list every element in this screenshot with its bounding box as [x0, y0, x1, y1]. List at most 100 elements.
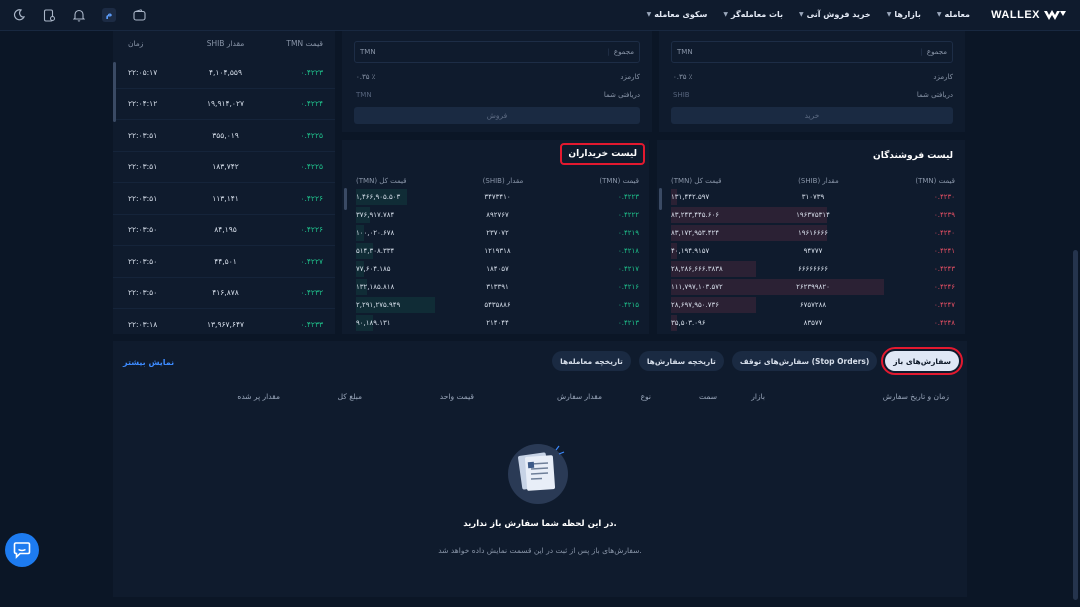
nav-markets[interactable]: بازارها ▼: [887, 10, 921, 19]
orderbook-row[interactable]: ۰.۴۲۴۷ ۶۷۵۷۲۸۸ ۲۸,۶۹۷,۹۵۰.۷۳۶: [671, 296, 955, 314]
orders-table-header: زمان و تاریخ سفارش بازار سمت نوع مقدار س…: [113, 392, 967, 404]
trades-scrollbar[interactable]: [113, 62, 116, 122]
col-unit-price[interactable]: قیمت واحد: [440, 392, 474, 401]
nav-bot[interactable]: بات معامله‌گر ▼: [723, 10, 783, 19]
orderbook-amount: ۶۷۵۷۲۸۸: [799, 301, 827, 309]
trades-header: قیمت TMN مقدار SHIB زمان: [128, 39, 323, 48]
trade-row: ۰.۴۲۲۴ ۱۹,۹۱۴,۰۲۷ ۲۲:۰۴:۱۲: [113, 89, 335, 120]
chevron-down-icon: ▼: [936, 11, 942, 18]
orderbook-row[interactable]: ۰.۴۲۴۰ ۱۹۶۱۶۶۶۶ ۸۳,۱۷۲,۹۵۳.۴۲۴: [671, 224, 955, 242]
orderbook-amount: ۸۳۵۷۷: [803, 319, 823, 327]
chevron-down-icon: ▼: [886, 11, 892, 18]
orderbook-row[interactable]: ۰.۴۲۴۳ ۶۶۶۶۶۶۶۶ ۲۸,۲۸۶,۶۶۶.۳۸۳۸: [671, 260, 955, 278]
trade-price: ۰.۴۲۲۵: [300, 130, 323, 140]
buyers-list: ۰.۴۲۲۳ ۳۴۷۳۴۱۰ ۱,۴۶۶,۹۰۵.۵۰۳ ۰.۴۲۲۲ ۸۹۲۷…: [356, 188, 639, 332]
sell-button[interactable]: فروش: [354, 107, 640, 124]
orderbook-row[interactable]: ۰.۴۲۳۰ ۳۱۰۷۳۹ ۱۳۱,۴۴۲.۵۹۷: [671, 188, 955, 206]
tab-trade-history[interactable]: تاریخچه معامله‌ها: [552, 351, 631, 371]
orderbook-total: ۳۷۶,۹۱۷.۷۸۴: [356, 211, 395, 219]
chat-icon: [13, 542, 31, 559]
orderbook-row[interactable]: ۰.۴۲۴۸ ۸۳۵۷۷ ۳۵,۵۰۳.۰۹۶: [671, 314, 955, 332]
buy-total-field[interactable]: TMN | مجموع: [671, 41, 953, 63]
orderbook-row[interactable]: ۰.۴۲۱۷ ۱۸۴۰۵۷ ۷۷,۶۰۴.۱۸۵: [356, 260, 639, 278]
trade-price: ۰.۴۲۲۳: [300, 67, 323, 77]
nav-trade[interactable]: معامله ▼: [937, 10, 970, 19]
sell-total-field[interactable]: TMN | مجموع: [354, 41, 640, 63]
trade-time: ۲۲:۰۳:۵۱: [128, 193, 158, 203]
col-type[interactable]: نوع: [641, 392, 651, 401]
sell-form: TMN | مجموع ۰.۳۵ ٪ کارمزد TMN دریافتی شما …: [342, 31, 652, 132]
main-nav: معامله ▼ بازارها ▼ خرید فروش آنی ▼ بات معام…: [647, 10, 970, 19]
sellers-scrollbar[interactable]: [659, 188, 662, 210]
wallet-icon[interactable]: [132, 8, 146, 22]
support-chat-button[interactable]: [5, 533, 39, 567]
col-market[interactable]: بازار: [751, 392, 765, 401]
orderbook-row[interactable]: ۰.۴۲۲۲ ۸۹۲۷۶۷ ۳۷۶,۹۱۷.۷۸۴: [356, 206, 639, 224]
trade-row: ۰.۴۲۲۶ ۸۴,۱۹۵ ۲۲:۰۳:۵۰: [113, 215, 335, 246]
orderbook-price: ۰.۴۲۱۸: [617, 247, 639, 255]
orderbook-row[interactable]: ۰.۴۲۴۶ ۲۶۲۳۹۹۸۲۰ ۱۱۱,۷۹۷,۱۰۳.۵۷۲: [671, 278, 955, 296]
tab-order-history[interactable]: تاریخچه سفارش‌ها: [638, 351, 724, 371]
orderbook-price: ۰.۴۲۴۸: [933, 319, 955, 327]
col-amount[interactable]: مقدار سفارش: [557, 392, 602, 401]
orderbook-total: ۱۳۲,۱۸۵.۸۱۸: [356, 283, 395, 291]
tab-open-orders[interactable]: سفارش‌های باز: [881, 347, 963, 375]
orderbook-row[interactable]: ۰.۴۲۱۶ ۳۱۳۳۹۱ ۱۳۲,۱۸۵.۸۱۸: [356, 278, 639, 296]
orderbook-price: ۰.۴۲۴۷: [933, 301, 955, 309]
trade-price: ۰.۴۲۲۶: [300, 225, 323, 235]
sellers-orderbook: لیست فروشندگان قیمت (TMN) مقدار (SHIB) ق…: [657, 140, 965, 334]
orderbook-price: ۰.۴۲۲۳: [617, 193, 639, 201]
orderbook-amount: ۸۹۲۷۶۷: [486, 211, 509, 219]
buyers-orderbook: لیست خریداران قیمت (TMN) مقدار (SHIB) قی…: [342, 140, 649, 334]
orderbook-row[interactable]: ۰.۴۲۱۹ ۲۳۷۰۷۲ ۱۰۰,۰۲۰.۶۷۸: [356, 224, 639, 242]
sellers-list: ۰.۴۲۳۰ ۳۱۰۷۳۹ ۱۳۱,۴۴۲.۵۹۷ ۰.۴۲۳۹ ۱۹۶۳۷۵۳…: [671, 188, 955, 332]
empty-orders-subtitle: سفارش‌های باز پس از ثبت در این قسمت نمای…: [438, 546, 642, 555]
orderbook-price: ۰.۴۲۳۹: [933, 211, 955, 219]
profile-badge[interactable]: م: [102, 8, 116, 22]
orderbook-row[interactable]: ۰.۴۲۱۵ ۵۴۳۵۸۸۶ ۲,۲۹۱,۲۷۵.۹۴۹: [356, 296, 639, 314]
device-icon[interactable]: [42, 8, 56, 22]
orderbook-row[interactable]: ۰.۴۲۲۳ ۳۴۷۳۴۱۰ ۱,۴۶۶,۹۰۵.۵۰۳: [356, 188, 639, 206]
trade-row: ۰.۴۲۲۳ ۴,۱۰۴,۵۵۹ ۲۲:۰۵:۱۷: [113, 57, 335, 89]
bell-icon[interactable]: [72, 8, 86, 22]
brand-logo[interactable]: WALLEX: [991, 9, 1066, 21]
trade-row: ۰.۴۲۲۵ ۱۸۳,۷۴۲ ۲۲:۰۳:۵۱: [113, 152, 335, 183]
nav-instant[interactable]: خرید فروش آنی ▼: [799, 10, 871, 19]
trade-amount: ۸۴,۱۹۵: [214, 225, 237, 235]
orderbook-row[interactable]: ۰.۴۲۴۱ ۹۴۷۷۷ ۴۰,۱۹۴.۹۱۵۷: [671, 242, 955, 260]
buyers-scrollbar[interactable]: [344, 188, 347, 210]
show-more-link[interactable]: نمایش بیشتر: [123, 358, 174, 367]
tab-stop-orders[interactable]: سفارش‌های توقف (Stop Orders): [731, 351, 878, 371]
chevron-down-icon: ▼: [646, 11, 652, 18]
buyers-title: لیست خریداران: [560, 143, 645, 165]
orderbook-amount: ۲۶۲۳۹۹۸۲۰: [796, 283, 830, 291]
buy-button[interactable]: خرید: [671, 107, 953, 124]
moon-icon[interactable]: [12, 8, 26, 22]
trade-row: ۰.۴۲۲۶ ۱۱۳,۱۴۱ ۲۲:۰۳:۵۱: [113, 183, 335, 215]
sell-receive-row: TMN دریافتی شما: [356, 91, 640, 99]
col-filled[interactable]: مقدار پر شده: [237, 392, 280, 401]
orderbook-price: ۰.۴۲۱۷: [617, 265, 639, 273]
orderbook-row[interactable]: ۰.۴۲۳۹ ۱۹۶۳۷۵۳۱۴ ۸۳,۲۴۳,۴۴۵.۶۰۶: [671, 206, 955, 224]
col-date[interactable]: زمان و تاریخ سفارش: [883, 392, 949, 401]
orderbook-price: ۰.۴۲۴۱: [933, 247, 955, 255]
buy-form: TMN | مجموع ۰.۳۵ ٪ کارمزد SHIB دریافتی شما…: [659, 31, 965, 132]
trade-time: ۲۲:۰۳:۵۰: [128, 288, 158, 298]
col-side[interactable]: سمت: [699, 392, 717, 401]
chevron-down-icon: ▼: [799, 11, 804, 18]
orderbook-row[interactable]: ۰.۴۲۱۳ ۲۱۴۰۴۴ ۹۰,۱۸۹.۱۳۱: [356, 314, 639, 332]
orderbook-amount: ۱۸۴۰۵۷: [486, 265, 509, 273]
orderbook-total: ۱,۴۶۶,۹۰۵.۵۰۳: [356, 193, 401, 201]
page-scrollbar[interactable]: [1073, 250, 1078, 600]
orderbook-amount: ۳۴۷۳۴۱۰: [484, 193, 511, 201]
trade-price: ۰.۴۲۲۴: [300, 99, 323, 109]
orderbook-amount: ۱۹۶۱۶۶۶۶: [797, 229, 829, 237]
nav-platform[interactable]: سکوی معامله ▼: [647, 10, 708, 19]
trade-row: ۰.۴۲۳۲ ۴۱۶,۸۷۸ ۲۲:۰۳:۵۰: [113, 278, 335, 309]
orderbook-price: ۰.۴۲۲۲: [617, 211, 639, 219]
sell-fee-row: ۰.۳۵ ٪ کارمزد: [356, 73, 640, 81]
col-total[interactable]: مبلغ کل: [338, 392, 362, 401]
orderbook-total: ۲۸,۲۸۶,۶۶۶.۳۸۳۸: [671, 265, 723, 273]
orderbook-row[interactable]: ۰.۴۲۱۸ ۱۲۱۹۳۱۸ ۵۱۴,۳۰۸.۳۳۴: [356, 242, 639, 260]
trade-row: ۰.۴۲۲۷ ۴۴,۵۰۱ ۲۲:۰۳:۵۰: [113, 246, 335, 278]
